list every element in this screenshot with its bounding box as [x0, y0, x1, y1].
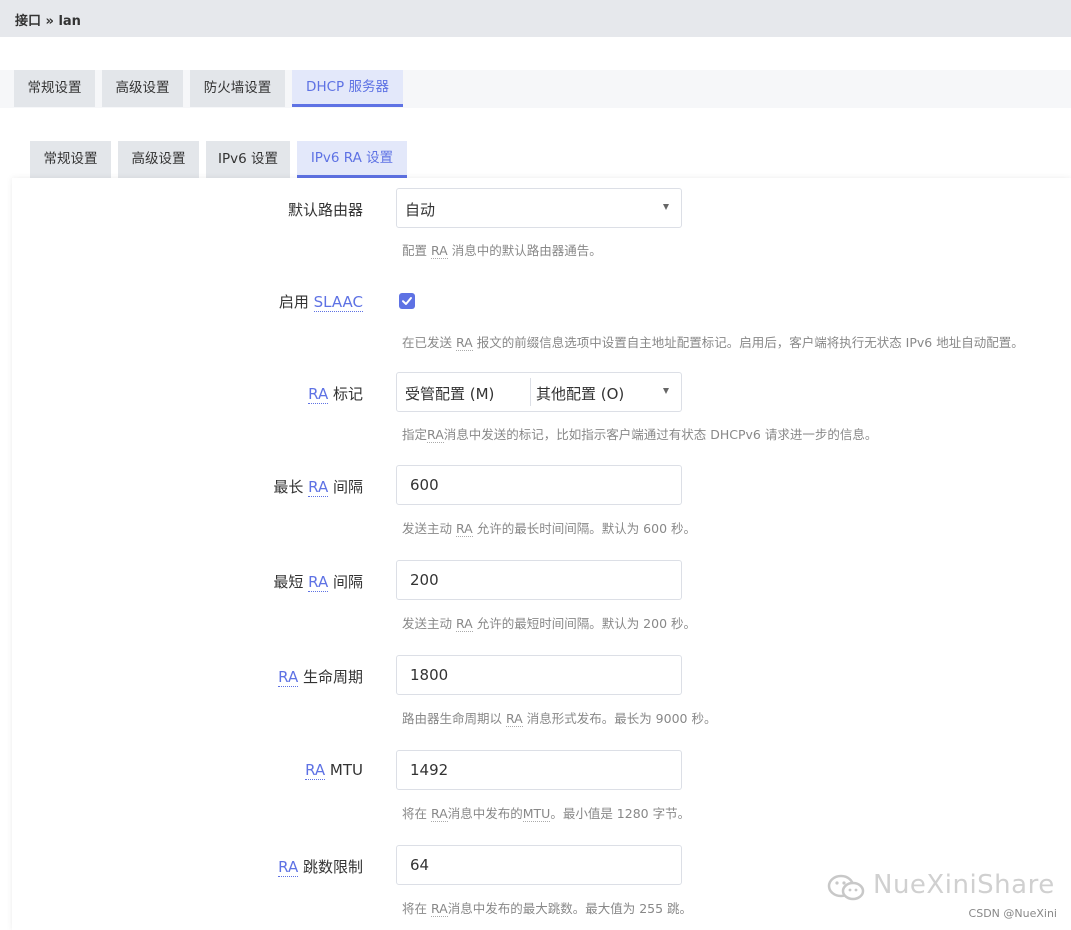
- default-router-value: 自动: [405, 201, 436, 219]
- sub-tabs: 常规设置 高级设置 IPv6 设置 IPv6 RA 设置: [0, 141, 1071, 178]
- tab-firewall[interactable]: 防火墙设置: [190, 70, 285, 107]
- min-interval-help: 发送主动 RA 允许的最短时间间隔。默认为 200 秒。: [402, 616, 696, 632]
- mtu-label: RA MTU: [305, 761, 363, 780]
- lifetime-value: 1800: [410, 666, 449, 684]
- wechat-icon: [827, 874, 865, 901]
- tab-advanced[interactable]: 高级设置: [102, 70, 183, 107]
- mtu-help: 将在 RA消息中发布的MTU。最小值是 1280 字节。: [402, 806, 691, 822]
- max-interval-label: 最长 RA 间隔: [273, 478, 363, 497]
- slaac-help: 在已发送 RA 报文的前缀信息选项中设置自主地址配置标记。启用后，客户端将执行无…: [402, 335, 1024, 351]
- ra-flag-other: 其他配置 (O): [536, 385, 625, 403]
- min-interval-input[interactable]: 200: [396, 560, 682, 600]
- main-tabs: 常规设置 高级设置 防火墙设置 DHCP 服务器: [0, 70, 1071, 108]
- watermark: NueXiniShare: [826, 869, 1054, 905]
- hoplimit-help: 将在 RA消息中发布的最大跳数。最大值为 255 跳。: [402, 901, 693, 917]
- mtu-input[interactable]: 1492: [396, 750, 682, 790]
- max-interval-value: 600: [410, 476, 439, 494]
- subtab-general[interactable]: 常规设置: [30, 141, 111, 178]
- check-icon: [402, 297, 412, 305]
- max-interval-help: 发送主动 RA 允许的最长时间间隔。默认为 600 秒。: [402, 521, 696, 537]
- csdn-credit: CSDN @NueXini: [968, 907, 1057, 920]
- min-interval-value: 200: [410, 571, 439, 589]
- default-router-select[interactable]: 自动: [396, 188, 682, 228]
- default-router-help: 配置 RA 消息中的默认路由器通告。: [402, 243, 602, 259]
- breadcrumb: 接口 » lan: [15, 14, 81, 29]
- chevron-down-icon: [663, 388, 669, 394]
- hoplimit-input[interactable]: 64: [396, 845, 682, 885]
- hoplimit-label: RA 跳数限制: [278, 858, 363, 877]
- hoplimit-value: 64: [410, 856, 430, 874]
- max-interval-input[interactable]: 600: [396, 465, 682, 505]
- subtab-ipv6[interactable]: IPv6 设置: [206, 141, 290, 178]
- ra-flag-managed: 受管配置 (M): [405, 385, 495, 403]
- lifetime-label: RA 生命周期: [278, 668, 363, 687]
- lifetime-help: 路由器生命周期以 RA 消息形式发布。最长为 9000 秒。: [402, 711, 717, 727]
- min-interval-label: 最短 RA 间隔: [273, 573, 363, 592]
- breadcrumb-bar: 接口 » lan: [0, 0, 1071, 37]
- slaac-label: 启用 SLAAC: [278, 293, 363, 312]
- ra-flags-label: RA 标记: [308, 385, 363, 404]
- tab-general[interactable]: 常规设置: [14, 70, 95, 107]
- lifetime-input[interactable]: 1800: [396, 655, 682, 695]
- subtab-ipv6-ra[interactable]: IPv6 RA 设置: [297, 141, 407, 178]
- chevron-down-icon: [663, 204, 669, 210]
- ra-flags-multiselect[interactable]: 受管配置 (M) 其他配置 (O): [396, 372, 682, 412]
- tab-dhcp-server[interactable]: DHCP 服务器: [292, 70, 403, 107]
- subtab-advanced[interactable]: 高级设置: [118, 141, 199, 178]
- default-router-label: 默认路由器: [287, 201, 363, 219]
- slaac-checkbox[interactable]: [399, 293, 415, 309]
- divider: [530, 378, 531, 406]
- mtu-value: 1492: [410, 761, 449, 779]
- ra-flags-help: 指定RA消息中发送的标记，比如指示客户端通过有状态 DHCPv6 请求进一步的信…: [402, 427, 878, 443]
- watermark-text: NueXiniShare: [873, 870, 1055, 900]
